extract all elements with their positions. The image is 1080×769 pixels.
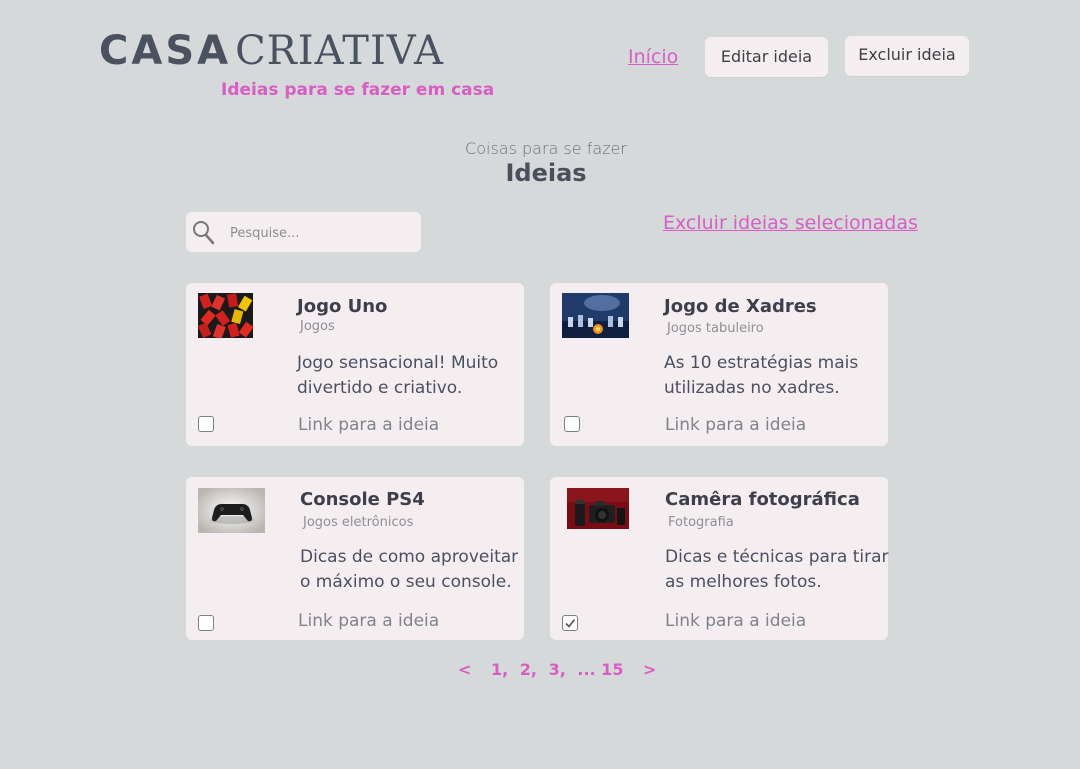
nav-home-link[interactable]: Início xyxy=(628,46,678,68)
pagination-next[interactable]: > xyxy=(643,660,656,679)
search-input[interactable] xyxy=(228,221,412,245)
delete-idea-button[interactable]: Excluir ideia xyxy=(845,36,969,76)
card-link[interactable]: Link para a ideia xyxy=(665,415,806,435)
logo-casa: CASA xyxy=(99,28,232,74)
delete-selected-link[interactable]: Excluir ideias selecionadas xyxy=(663,212,918,234)
uno-thumbnail xyxy=(197,293,254,342)
pagination-prev[interactable]: < xyxy=(458,660,471,679)
idea-card-chess: Jogo de Xadres Jogos tabuleiro As 10 est… xyxy=(550,283,888,446)
search-box[interactable] xyxy=(186,212,421,252)
camera-thumbnail xyxy=(567,488,629,533)
card-link[interactable]: Link para a ideia xyxy=(298,415,439,435)
card-title: Console PS4 xyxy=(300,489,425,510)
page-link[interactable]: 1, xyxy=(491,660,508,679)
card-category: Jogos tabuleiro xyxy=(667,321,764,336)
card-category: Fotografia xyxy=(668,515,734,530)
card-checkbox[interactable] xyxy=(198,615,214,631)
idea-card-ps4: Console PS4 Jogos eletrônicos Dicas de c… xyxy=(186,477,524,640)
page-link[interactable]: ... 15 xyxy=(577,660,623,679)
card-checkbox[interactable] xyxy=(564,416,580,432)
logo-criativa: CRIATIVA xyxy=(235,28,444,74)
card-category: Jogos xyxy=(300,319,335,334)
card-description: Jogo sensacional! Muito divertido e cria… xyxy=(297,353,499,398)
card-title: Jogo Uno xyxy=(297,296,388,317)
card-description: Dicas de como aproveitar o máximo o seu … xyxy=(300,547,519,592)
page-link[interactable]: 3, xyxy=(549,660,566,679)
card-title: Camêra fotográfica xyxy=(665,489,860,510)
card-title: Jogo de Xadres xyxy=(664,296,817,317)
edit-idea-button[interactable]: Editar ideia xyxy=(705,37,828,77)
idea-card-camera: Camêra fotográfica Fotografia Dicas e té… xyxy=(550,477,889,640)
tagline: Ideias para se fazer em casa xyxy=(221,80,495,100)
idea-card-uno: Jogo Uno Jogos Jogo sensacional! Muito d… xyxy=(186,283,524,446)
page-link[interactable]: 2, xyxy=(520,660,537,679)
card-description: Dicas e técnicas para tirar as melhores … xyxy=(665,547,889,592)
card-checkbox-checked[interactable] xyxy=(562,615,578,631)
chess-thumbnail xyxy=(562,293,629,342)
section-title: Ideias xyxy=(505,159,587,187)
card-checkbox[interactable] xyxy=(198,416,214,432)
card-category: Jogos eletrônicos xyxy=(303,515,414,530)
checkmark-icon xyxy=(565,619,576,628)
section-subtitle: Coisas para se fazer xyxy=(465,139,627,158)
card-description: As 10 estratégias mais utilizadas no xad… xyxy=(664,353,859,398)
card-link[interactable]: Link para a ideia xyxy=(665,611,806,631)
card-link[interactable]: Link para a ideia xyxy=(298,611,439,631)
ps4-thumbnail xyxy=(198,488,265,537)
search-icon xyxy=(192,220,216,250)
logo: CASA CRIATIVA xyxy=(99,28,444,74)
pagination: < 1, 2, 3, ... 15 > xyxy=(458,660,656,679)
